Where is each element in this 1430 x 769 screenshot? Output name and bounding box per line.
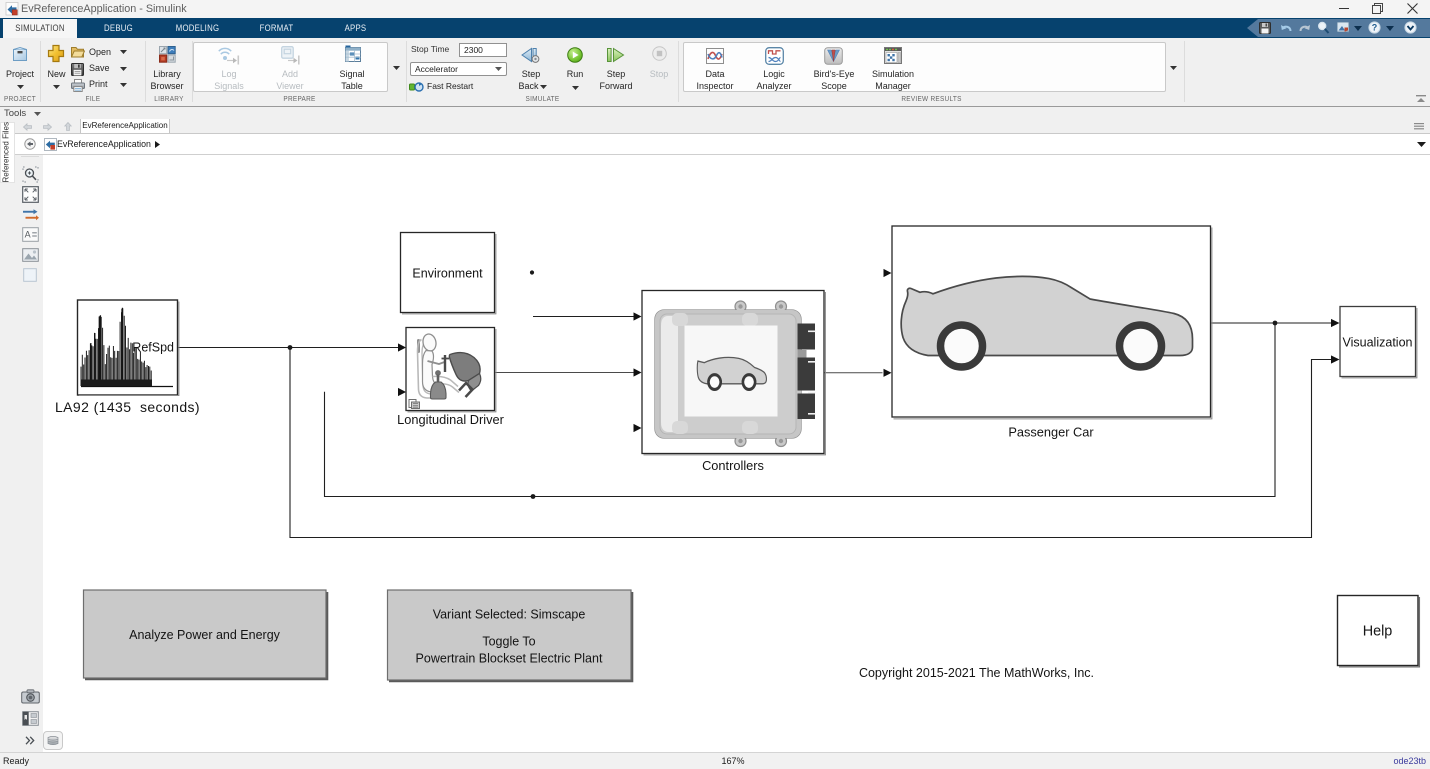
svg-text:Powertrain Blockset Electric P: Powertrain Blockset Electric Plant [416, 652, 603, 666]
svg-text:Toggle To: Toggle To [482, 635, 535, 649]
svg-text:Visualization: Visualization [1343, 336, 1413, 350]
svg-text:Analyze Power and Energy: Analyze Power and Energy [129, 628, 281, 642]
svg-text:Variant Selected: Simscape: Variant Selected: Simscape [433, 608, 586, 622]
svg-text:Help: Help [1363, 624, 1393, 640]
svg-text:Copyright 2015-2021 The MathWo: Copyright 2015-2021 The MathWorks, Inc. [859, 666, 1094, 680]
svg-text:Passenger Car: Passenger Car [1008, 425, 1094, 440]
svg-text:Environment: Environment [412, 267, 483, 281]
svg-text:LA92 (1435 seconds): LA92 (1435 seconds) [55, 399, 200, 415]
svg-text:RefSpd: RefSpd [132, 341, 174, 355]
svg-text:A: A [25, 230, 31, 240]
svg-text:?: ? [1372, 23, 1378, 33]
svg-text:Controllers: Controllers [702, 458, 764, 473]
svg-text:Longitudinal Driver: Longitudinal Driver [397, 412, 504, 427]
